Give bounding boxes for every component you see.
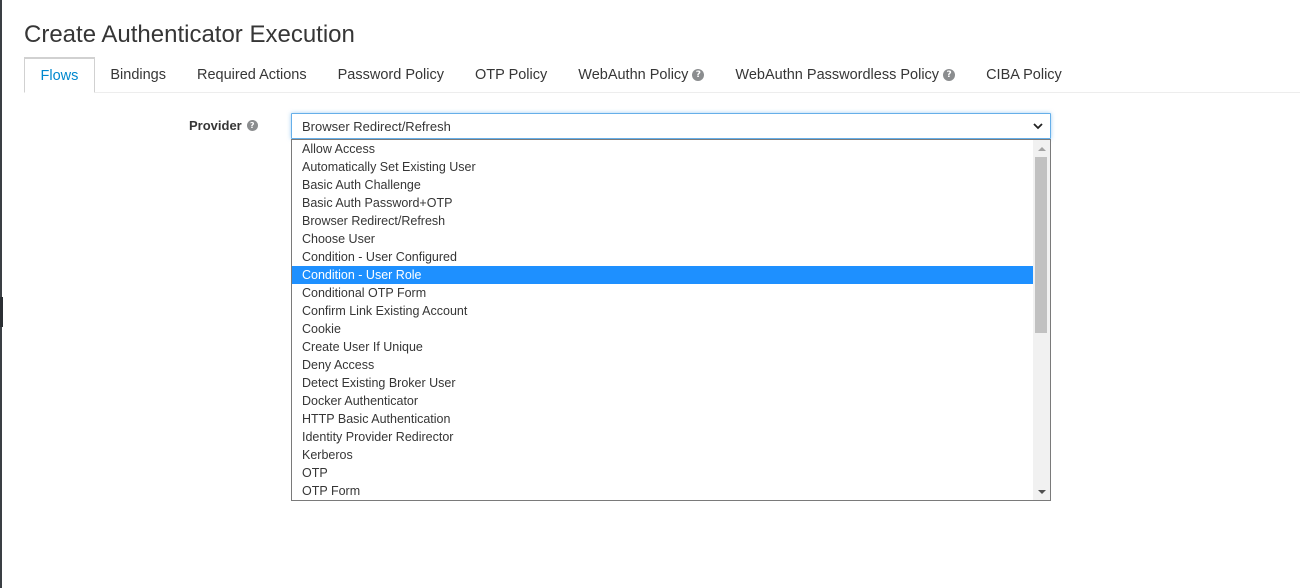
dropdown-option[interactable]: Choose User (292, 230, 1034, 248)
tab-webauthn-policy[interactable]: WebAuthn Policy ? (563, 57, 720, 92)
tab-ciba-policy[interactable]: CIBA Policy (971, 57, 1078, 92)
provider-label-text: Provider (189, 118, 242, 133)
provider-dropdown-list[interactable]: Allow Access Automatically Set Existing U… (291, 139, 1051, 501)
question-circle-icon[interactable]: ? (692, 68, 705, 81)
question-circle-icon[interactable]: ? (246, 120, 258, 131)
tab-label: OTP Policy (475, 66, 548, 83)
tab-label: Flows (40, 67, 79, 84)
dropdown-option[interactable]: Automatically Set Existing User (292, 158, 1034, 176)
tab-password-policy[interactable]: Password Policy (322, 57, 459, 92)
tab-required-actions[interactable]: Required Actions (182, 57, 323, 92)
tab-label: Bindings (110, 66, 166, 83)
dropdown-option[interactable]: Condition - User Role (292, 266, 1034, 284)
dropdown-option[interactable]: Condition - User Configured (292, 248, 1034, 266)
dropdown-option[interactable]: Kerberos (292, 446, 1034, 464)
option-list: Allow Access Automatically Set Existing U… (292, 140, 1034, 500)
tab-webauthn-passwordless-policy[interactable]: WebAuthn Passwordless Policy ? (720, 57, 971, 92)
tab-label: Password Policy (337, 66, 444, 83)
tab-label: WebAuthn Policy (578, 66, 689, 83)
dropdown-option[interactable]: Allow Access (292, 140, 1034, 158)
question-circle-icon[interactable]: ? (943, 68, 956, 81)
dropdown-option[interactable]: Deny Access (292, 356, 1034, 374)
left-edge-notch (0, 297, 3, 327)
dropdown-option[interactable]: Confirm Link Existing Account (292, 302, 1034, 320)
tab-bar: Flows Bindings Required Actions Password… (24, 57, 1300, 93)
scroll-down-arrow-icon[interactable] (1033, 483, 1050, 500)
scrollbar-thumb[interactable] (1035, 157, 1047, 333)
dropdown-option[interactable]: Identity Provider Redirector (292, 428, 1034, 446)
provider-select-value: Browser Redirect/Refresh (302, 118, 451, 134)
dropdown-option[interactable]: Create User If Unique (292, 338, 1034, 356)
dropdown-option[interactable]: Browser Redirect/Refresh (292, 212, 1034, 230)
dropdown-option[interactable]: HTTP Basic Authentication (292, 410, 1034, 428)
tab-label: CIBA Policy (986, 66, 1062, 83)
dropdown-option[interactable]: Conditional OTP Form (292, 284, 1034, 302)
chevron-down-icon (1033, 123, 1043, 130)
tab-flows[interactable]: Flows (24, 57, 95, 93)
dropdown-option[interactable]: Docker Authenticator (292, 392, 1034, 410)
tab-bindings[interactable]: Bindings (95, 57, 182, 92)
dropdown-option[interactable]: OTP Form (292, 482, 1034, 500)
dropdown-option[interactable]: Basic Auth Password+OTP (292, 194, 1034, 212)
dropdown-option[interactable]: Basic Auth Challenge (292, 176, 1034, 194)
scroll-up-arrow-icon[interactable] (1033, 140, 1050, 157)
provider-label: Provider ? (189, 118, 258, 133)
tab-otp-policy[interactable]: OTP Policy (460, 57, 563, 92)
tab-label: Required Actions (197, 66, 307, 83)
dropdown-option[interactable]: OTP (292, 464, 1034, 482)
page-title: Create Authenticator Execution (24, 21, 355, 48)
dropdown-scrollbar[interactable] (1033, 140, 1050, 500)
provider-select[interactable]: Browser Redirect/Refresh (291, 113, 1051, 139)
dropdown-option[interactable]: Cookie (292, 320, 1034, 338)
tab-label: WebAuthn Passwordless Policy (735, 66, 940, 83)
dropdown-option[interactable]: Detect Existing Broker User (292, 374, 1034, 392)
left-edge-bar (0, 0, 2, 588)
